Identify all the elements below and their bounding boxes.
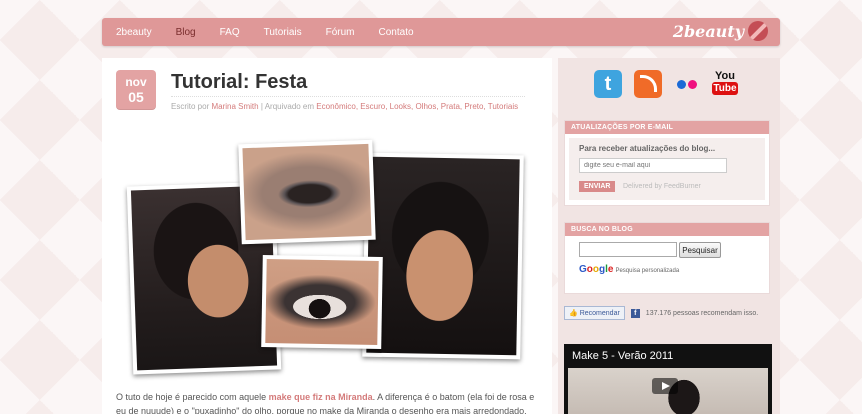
- post-text-part-1: O tuto de hoje é parecido com aquele: [116, 392, 267, 402]
- play-icon[interactable]: [652, 378, 678, 394]
- google-custom-search: Google Pesquisa personalizada: [579, 264, 679, 275]
- date-day: 05: [128, 89, 144, 105]
- photo-face-right: [362, 152, 524, 360]
- facebook-like-row: 👍 Recomendar f 137.176 pessoas recomenda…: [564, 306, 758, 320]
- meta-prefix: Escrito por: [171, 102, 210, 111]
- photo-eye-closeup-bottom: [261, 254, 383, 350]
- email-prompt: Para receber atualizações do blog...: [579, 144, 716, 153]
- search-widget-heading: BUSCA NO BLOG: [565, 223, 769, 236]
- flickr-icon[interactable]: [674, 70, 700, 98]
- recommend-label: Recomendar: [579, 309, 620, 317]
- email-widget-heading: ATUALIZAÇÕES POR E-MAIL: [565, 121, 769, 134]
- youtube-icon[interactable]: You Tube: [712, 70, 738, 98]
- google-logo: Google: [579, 264, 614, 275]
- nav-item-tutoriais[interactable]: Tutoriais: [264, 27, 302, 38]
- email-subscribe-widget: ATUALIZAÇÕES POR E-MAIL Para receber atu…: [564, 120, 770, 206]
- thumbs-up-icon: 👍: [569, 310, 578, 317]
- twitter-icon[interactable]: [594, 70, 622, 98]
- author-link[interactable]: Marina Smith: [211, 102, 258, 111]
- video-title[interactable]: Make 5 - Verão 2011: [572, 350, 673, 362]
- photo-eye-closeup-top: [238, 139, 376, 245]
- post-meta: Escrito por Marina Smith | Arquivado em …: [171, 96, 525, 111]
- rss-icon[interactable]: [634, 70, 662, 98]
- brand-logo[interactable]: 2beauty: [673, 21, 768, 41]
- meta-archived: | Arquivado em: [260, 102, 315, 111]
- top-nav-bar: 2beauty Blog FAQ Tutoriais Fórum Contato…: [102, 18, 780, 46]
- date-badge: nov 05: [116, 70, 156, 110]
- category-links[interactable]: Econômico, Escuro, Looks, Olhos, Prata, …: [316, 102, 518, 111]
- youtube-text-top: You: [715, 70, 735, 82]
- facebook-icon: f: [630, 308, 640, 318]
- video-embed[interactable]: Make 5 - Verão 2011: [564, 344, 772, 414]
- email-input[interactable]: [579, 158, 727, 173]
- post-area: nov 05 Tutorial: Festa Escrito por Marin…: [102, 58, 552, 414]
- blog-search-widget: BUSCA NO BLOG Pesquisar Google Pesquisa …: [564, 222, 770, 294]
- nav-item-blog[interactable]: Blog: [176, 27, 196, 38]
- post-body-text: O tuto de hoje é parecido com aquele mak…: [116, 390, 540, 414]
- youtube-text-bottom: Tube: [712, 82, 738, 95]
- nav-item-faq[interactable]: FAQ: [220, 27, 240, 38]
- nav-item-contato[interactable]: Contato: [379, 27, 414, 38]
- google-label: Pesquisa personalizada: [615, 268, 680, 274]
- feedburner-note[interactable]: Delivered by FeedBurner: [623, 183, 701, 190]
- recommend-count: 137.176 pessoas recomendam isso.: [645, 309, 759, 317]
- search-input[interactable]: [579, 242, 677, 257]
- search-button[interactable]: Pesquisar: [679, 242, 721, 258]
- send-button[interactable]: ENVIAR: [579, 181, 616, 192]
- recommend-button[interactable]: 👍 Recomendar: [564, 306, 625, 320]
- brand-text: 2beauty: [672, 21, 744, 41]
- date-month: nov: [125, 75, 147, 89]
- social-icons: You Tube: [594, 70, 738, 98]
- post-inline-link[interactable]: make que fiz na Miranda: [269, 392, 373, 402]
- nav-item-2beauty[interactable]: 2beauty: [116, 27, 152, 38]
- sidebar: You Tube ATUALIZAÇÕES POR E-MAIL Para re…: [558, 58, 780, 414]
- lipstick-logo-icon: [748, 21, 768, 41]
- post-title[interactable]: Tutorial: Festa: [171, 71, 307, 94]
- nav-item-forum[interactable]: Fórum: [326, 27, 355, 38]
